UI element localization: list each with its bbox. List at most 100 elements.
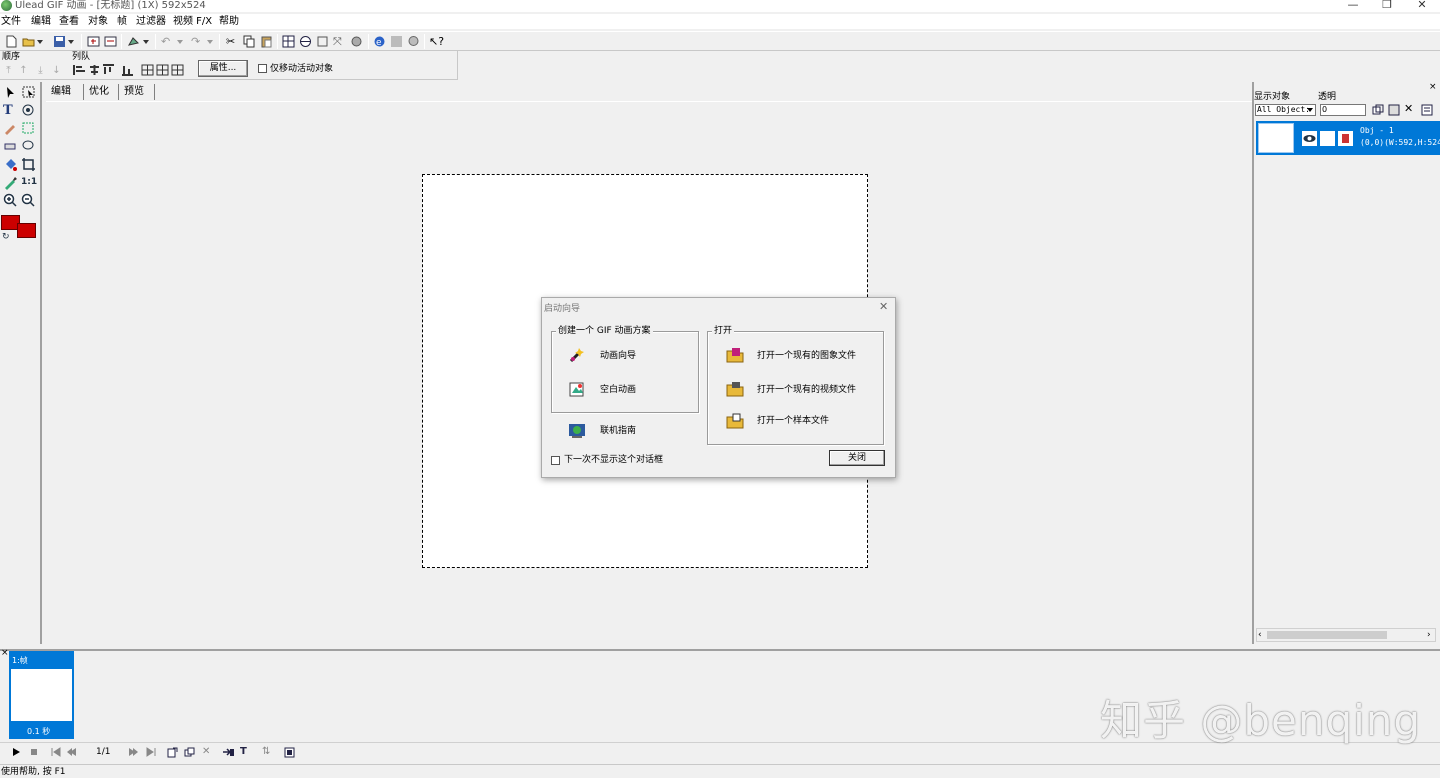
chevron-down-icon[interactable] bbox=[36, 35, 44, 48]
eye-icon[interactable] bbox=[1302, 131, 1317, 146]
animation-wizard-link[interactable]: 动画向导 bbox=[600, 350, 636, 362]
close-frame-panel-icon[interactable]: × bbox=[1, 648, 9, 658]
chevron-down-icon[interactable] bbox=[67, 35, 75, 48]
close-panel-icon[interactable]: × bbox=[1429, 82, 1437, 92]
first-frame-icon[interactable] bbox=[51, 747, 61, 757]
tab-preview[interactable]: 预览 bbox=[119, 84, 155, 100]
chevron-down-icon[interactable] bbox=[176, 35, 184, 48]
reverse-frames-icon[interactable]: ⇅ bbox=[262, 746, 274, 758]
distribute-h-icon[interactable] bbox=[141, 64, 154, 76]
open-image-folder-icon[interactable] bbox=[726, 346, 744, 364]
properties-button[interactable]: 属性... bbox=[198, 60, 248, 77]
open-sample-folder-icon[interactable] bbox=[726, 412, 744, 430]
rotate-icon[interactable] bbox=[350, 35, 363, 48]
paste-icon[interactable] bbox=[260, 35, 273, 48]
delete-object-icon[interactable]: ✕ bbox=[1404, 102, 1416, 115]
align-left-icon[interactable] bbox=[73, 64, 86, 76]
import-icon[interactable] bbox=[87, 35, 100, 48]
export-icon[interactable] bbox=[104, 35, 117, 48]
text-tool-icon[interactable]: T bbox=[3, 103, 18, 118]
blank-animation-link[interactable]: 空白动画 bbox=[600, 384, 636, 396]
menu-frame[interactable]: 帧 bbox=[117, 14, 127, 29]
minimize-button[interactable]: — bbox=[1338, 0, 1368, 12]
tab-optimize[interactable]: 优化 bbox=[84, 84, 119, 100]
menu-help[interactable]: 帮助 bbox=[219, 14, 239, 29]
open-sample-link[interactable]: 打开一个样本文件 bbox=[757, 415, 829, 427]
select-tool-icon[interactable] bbox=[21, 85, 36, 100]
cut-icon[interactable]: ✂ bbox=[226, 35, 239, 48]
previous-frame-icon[interactable] bbox=[67, 747, 77, 757]
chevron-down-icon[interactable] bbox=[142, 35, 150, 48]
copy-icon[interactable] bbox=[243, 35, 256, 48]
merge-objects-icon[interactable] bbox=[1388, 104, 1400, 116]
restore-button[interactable]: ❐ bbox=[1372, 0, 1402, 12]
object-properties-icon[interactable] bbox=[1421, 104, 1433, 116]
undo-icon[interactable]: ↶ bbox=[161, 35, 174, 48]
delete-frame-icon[interactable]: ✕ bbox=[202, 746, 210, 757]
open-video-link[interactable]: 打开一个现有的视频文件 bbox=[757, 384, 856, 396]
zoom-out-icon[interactable] bbox=[21, 193, 36, 208]
chevron-down-icon[interactable] bbox=[206, 35, 214, 48]
frame-properties-icon[interactable] bbox=[284, 747, 295, 758]
play-icon[interactable] bbox=[11, 747, 21, 757]
tween-icon[interactable] bbox=[222, 747, 235, 758]
add-frame-icon[interactable] bbox=[167, 747, 178, 758]
menu-filter[interactable]: 过滤器 bbox=[136, 14, 166, 29]
transparency-spinner[interactable]: 0 bbox=[1320, 104, 1366, 116]
brush-icon[interactable] bbox=[3, 121, 18, 136]
menu-video-fx[interactable]: 视频 F/X bbox=[173, 14, 212, 29]
align-top-icon[interactable] bbox=[102, 64, 115, 76]
actual-size-icon[interactable]: 1:1 bbox=[21, 175, 37, 190]
dialog-close-icon[interactable]: ✕ bbox=[879, 300, 888, 313]
resize-icon[interactable]: ⤧ bbox=[333, 35, 346, 48]
lasso-icon[interactable] bbox=[21, 139, 36, 154]
lock-toggle[interactable] bbox=[1320, 131, 1335, 146]
send-backward-icon[interactable]: ⤓ bbox=[36, 65, 45, 76]
close-window-button[interactable]: ✕ bbox=[1407, 0, 1437, 12]
zoom-in-icon[interactable] bbox=[3, 193, 18, 208]
menu-edit[interactable]: 编辑 bbox=[31, 14, 51, 29]
scroll-left-icon[interactable]: ‹ bbox=[1258, 629, 1262, 641]
frame-grid-icon[interactable] bbox=[282, 35, 295, 48]
shape-tool-icon[interactable] bbox=[21, 103, 36, 118]
dont-show-again-checkbox[interactable] bbox=[551, 456, 560, 465]
scroll-right-icon[interactable]: › bbox=[1427, 629, 1431, 641]
blank-animation-icon[interactable] bbox=[568, 380, 586, 398]
globe-icon[interactable] bbox=[299, 35, 312, 48]
menu-view[interactable]: 查看 bbox=[59, 14, 79, 29]
paint-icon[interactable] bbox=[127, 35, 140, 48]
chevron-down-icon[interactable] bbox=[1306, 106, 1314, 114]
distribute-v-icon[interactable] bbox=[156, 64, 169, 76]
optimize-icon[interactable] bbox=[390, 35, 403, 48]
bring-forward-icon[interactable]: ↑ bbox=[19, 65, 28, 76]
scrollbar-thumb[interactable] bbox=[1267, 631, 1387, 639]
next-frame-icon[interactable] bbox=[128, 747, 138, 757]
magic-wand-icon[interactable] bbox=[21, 121, 36, 136]
new-file-icon[interactable] bbox=[5, 35, 18, 48]
dialog-close-button[interactable]: 关闭 bbox=[829, 450, 885, 466]
move-active-only-checkbox[interactable] bbox=[258, 64, 267, 73]
open-folder-icon[interactable] bbox=[22, 35, 35, 48]
context-help-icon[interactable]: ↖? bbox=[429, 35, 444, 48]
paint-bucket-icon[interactable] bbox=[3, 157, 18, 172]
open-video-folder-icon[interactable] bbox=[726, 380, 744, 398]
duplicate-object-icon[interactable] bbox=[1372, 104, 1384, 116]
ie-preview-icon[interactable]: e bbox=[373, 35, 386, 48]
duplicate-frame-icon[interactable] bbox=[184, 747, 195, 758]
menu-object[interactable]: 对象 bbox=[88, 14, 108, 29]
save-icon[interactable] bbox=[53, 35, 66, 48]
eyedropper-icon[interactable] bbox=[3, 175, 18, 190]
swap-colors-icon[interactable]: ↻ bbox=[2, 232, 10, 242]
animation-wizard-icon[interactable] bbox=[568, 346, 586, 364]
align-bottom-icon[interactable] bbox=[121, 64, 134, 76]
pick-tool-icon[interactable] bbox=[3, 85, 18, 100]
distribute-grid-icon[interactable] bbox=[171, 64, 184, 76]
align-center-icon[interactable] bbox=[88, 64, 101, 76]
background-color-swatch[interactable] bbox=[17, 223, 36, 238]
eraser-icon[interactable] bbox=[3, 139, 18, 154]
online-guide-link[interactable]: 联机指南 bbox=[600, 425, 636, 437]
stop-icon[interactable] bbox=[29, 747, 39, 757]
banner-text-icon[interactable]: T bbox=[240, 746, 252, 758]
bring-to-front-icon[interactable]: ⤒ bbox=[4, 65, 13, 76]
crop-icon[interactable] bbox=[316, 35, 329, 48]
